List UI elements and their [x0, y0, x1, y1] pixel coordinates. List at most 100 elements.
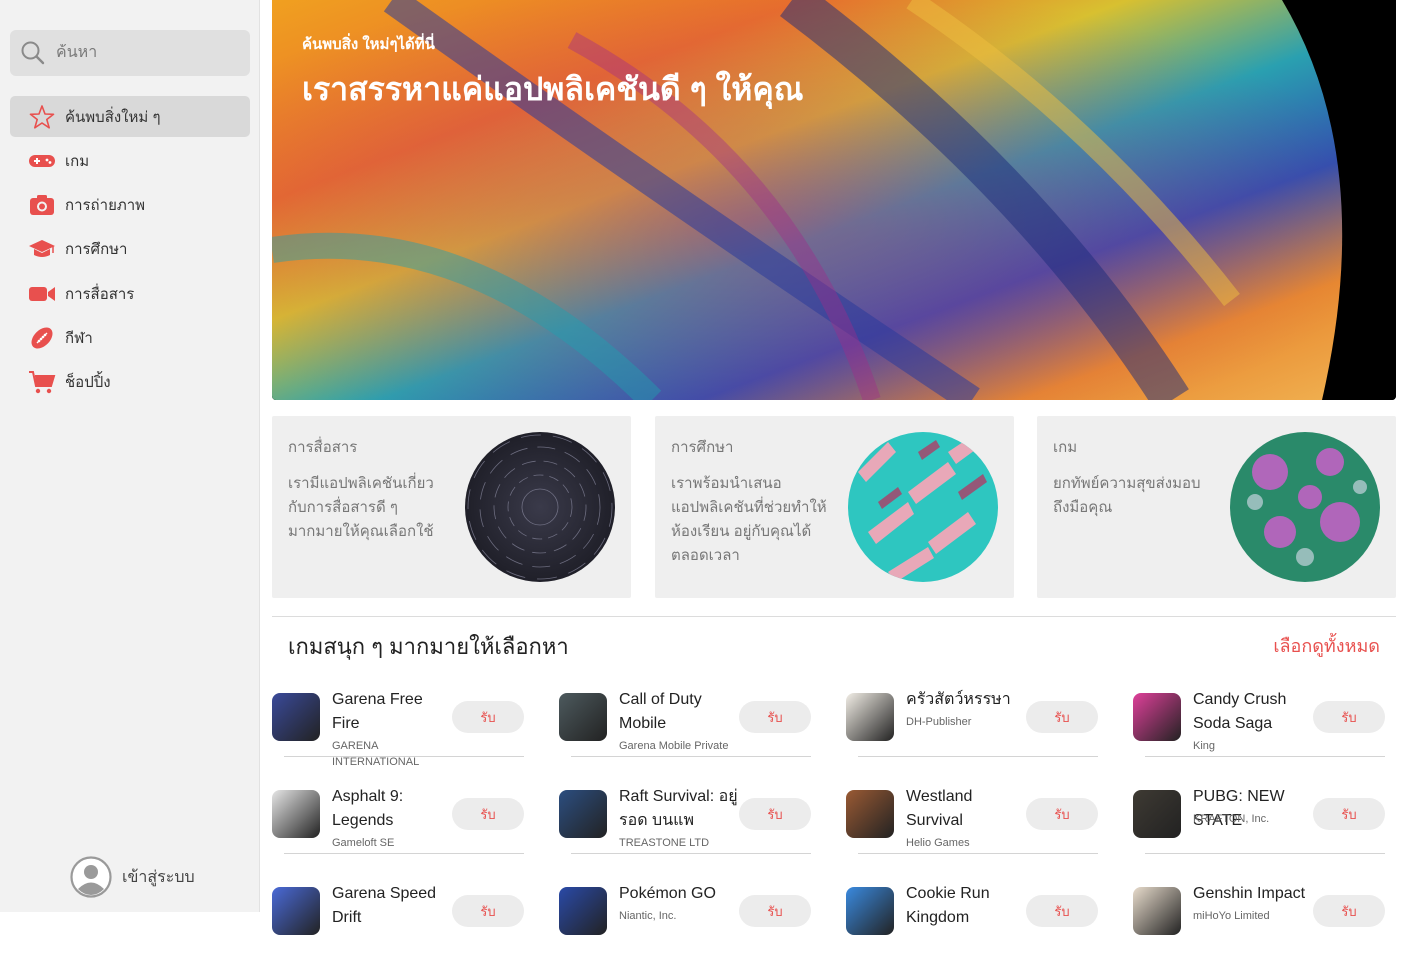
hero-kicker: ค้นพบสิ่ง ใหม่ๆได้ที่นี่	[302, 36, 435, 53]
app-list-item[interactable]: Candy Crush Soda Saga King รับ	[1133, 688, 1385, 785]
app-icon	[272, 887, 320, 935]
shopping-cart-icon	[27, 367, 57, 397]
row-divider	[858, 853, 1098, 854]
sidebar-item-photography[interactable]: การถ่ายภาพ	[10, 185, 250, 226]
app-name: Westland Survival	[906, 788, 973, 829]
get-button[interactable]: รับ	[1026, 895, 1098, 927]
category-cards: การสื่อสาร เรามีแอปพลิเคชันเกี่ยวกับการส…	[272, 416, 1396, 599]
graduation-cap-icon	[27, 234, 57, 264]
get-button[interactable]: รับ	[452, 701, 524, 733]
app-icon	[559, 887, 607, 935]
app-list-item[interactable]: Garena Speed Drift รับ	[272, 882, 524, 979]
card-games[interactable]: เกม ยกทัพย์ความสุขส่งมอบถึงมือคุณ	[1037, 416, 1396, 598]
sidebar-item-sports[interactable]: กีฬา	[10, 317, 250, 358]
app-list-item[interactable]: PUBG: NEW STATE KRAFTON, Inc. รับ	[1133, 785, 1385, 882]
star-icon	[27, 102, 57, 132]
sidebar-item-label: ช็อปปิ้ง	[65, 374, 111, 392]
app-publisher: GARENA INTERNATIONAL	[332, 740, 420, 768]
get-button[interactable]: รับ	[739, 895, 811, 927]
app-name: Asphalt 9: Legends	[332, 788, 404, 829]
football-icon	[27, 323, 57, 353]
search-input[interactable]	[56, 44, 216, 62]
app-list-item[interactable]: Westland Survival Helio Games รับ	[846, 785, 1098, 882]
app-list-item[interactable]: Call of Duty Mobile Garena Mobile Private…	[559, 688, 811, 785]
app-list-item[interactable]: Garena Free Fire GARENA INTERNATIONAL รับ	[272, 688, 524, 785]
app-icon	[559, 693, 607, 741]
get-button[interactable]: รับ	[1313, 895, 1385, 927]
sidebar-item-label: การสื่อสาร	[65, 285, 135, 303]
card-description: เราพร้อมนำเสนอแอปพลิเคชันที่ช่วยทำให้ห้อ…	[671, 475, 827, 564]
get-button[interactable]: รับ	[1313, 701, 1385, 733]
row-divider	[571, 853, 811, 854]
sidebar-item-games[interactable]: เกม	[10, 140, 250, 181]
card-title: การสื่อสาร	[288, 439, 358, 456]
app-publisher: Niantic, Inc.	[619, 910, 677, 922]
login-button[interactable]: เข้าสู่ระบบ	[70, 856, 195, 898]
app-list-item[interactable]: Pokémon GO Niantic, Inc. รับ	[559, 882, 811, 979]
app-list-item[interactable]: Genshin Impact miHoYo Limited รับ	[1133, 882, 1385, 979]
app-icon	[272, 790, 320, 838]
app-icon	[559, 790, 607, 838]
sidebar-item-discover[interactable]: ค้นพบสิ่งใหม่ ๆ	[10, 96, 250, 137]
games-section-title: เกมสนุก ๆ มากมายให้เลือกหา	[288, 634, 569, 659]
see-all-link[interactable]: เลือกดูทั้งหมด	[1273, 631, 1380, 660]
app-name: Call of Duty Mobile	[619, 691, 702, 732]
app-list-item[interactable]: Cookie Run Kingdom รับ	[846, 882, 1098, 979]
app-name: Cookie Run Kingdom	[906, 885, 990, 926]
row-divider	[284, 853, 524, 854]
get-button[interactable]: รับ	[452, 895, 524, 927]
login-label: เข้าสู่ระบบ	[122, 868, 195, 886]
get-button[interactable]: รับ	[1026, 701, 1098, 733]
app-icon	[846, 693, 894, 741]
card-image	[1230, 432, 1380, 582]
app-icon	[846, 790, 894, 838]
video-camera-icon	[27, 279, 57, 309]
sidebar-item-label: กีฬา	[65, 329, 93, 347]
app-name: Garena Speed Drift	[332, 885, 437, 926]
app-publisher: Garena Mobile Private	[619, 740, 729, 752]
hero-title: เราสรรหาแค่แอปพลิเคชันดี ๆ ให้คุณ	[302, 71, 804, 107]
get-button[interactable]: รับ	[739, 701, 811, 733]
sidebar-item-label: การถ่ายภาพ	[65, 197, 146, 215]
app-icon	[1133, 693, 1181, 741]
sidebar: ค้นพบสิ่งใหม่ ๆ เกม การถ่ายภาพ การศึกษา …	[0, 0, 260, 912]
app-name: ครัวสัตว์หรรษา	[906, 691, 1011, 708]
app-list-item[interactable]: Raft Survival: อยู่รอด บนแพ TREASTONE LTD…	[559, 785, 811, 882]
app-name: Candy Crush Soda Saga	[1193, 691, 1287, 732]
sidebar-item-education[interactable]: การศึกษา	[10, 229, 250, 270]
app-list-item[interactable]: ครัวสัตว์หรรษา DH-Publisher รับ	[846, 688, 1098, 785]
row-divider	[858, 756, 1098, 757]
app-publisher: Helio Games	[906, 837, 970, 849]
card-title: เกม	[1053, 439, 1078, 456]
app-publisher: DH-Publisher	[906, 716, 972, 728]
app-name: Genshin Impact	[1193, 885, 1306, 902]
app-icon	[846, 887, 894, 935]
get-button[interactable]: รับ	[1313, 798, 1385, 830]
app-name: Raft Survival: อยู่รอด บนแพ	[619, 788, 738, 829]
app-publisher: King	[1193, 740, 1216, 752]
sidebar-item-communication[interactable]: การสื่อสาร	[10, 273, 250, 314]
sidebar-item-label: เกม	[65, 152, 90, 170]
card-communication[interactable]: การสื่อสาร เรามีแอปพลิเคชันเกี่ยวกับการส…	[272, 416, 631, 598]
card-description: เรามีแอปพลิเคชันเกี่ยวกับการสื่อสารดี ๆ …	[288, 475, 434, 540]
card-image	[465, 432, 615, 582]
search-box[interactable]	[10, 30, 250, 76]
app-publisher: Gameloft SE	[332, 837, 395, 849]
card-education[interactable]: การศึกษา เราพร้อมนำเสนอแอปพลิเคชันที่ช่ว…	[655, 416, 1014, 598]
hero-banner[interactable]: ค้นพบสิ่ง ใหม่ๆได้ที่นี่ เราสรรหาแค่แอปพ…	[272, 0, 1396, 400]
app-icon	[272, 693, 320, 741]
app-icon	[1133, 887, 1181, 935]
get-button[interactable]: รับ	[1026, 798, 1098, 830]
sidebar-nav: ค้นพบสิ่งใหม่ ๆ เกม การถ่ายภาพ การศึกษา …	[10, 96, 250, 406]
app-name: Garena Free Fire	[332, 691, 423, 732]
sidebar-item-shopping[interactable]: ช็อปปิ้ง	[10, 362, 250, 403]
app-publisher: miHoYo Limited	[1193, 910, 1270, 922]
app-list-item[interactable]: Asphalt 9: Legends Gameloft SE รับ	[272, 785, 524, 882]
get-button[interactable]: รับ	[739, 798, 811, 830]
hero-image	[272, 0, 1396, 400]
section-divider	[272, 616, 1396, 617]
sidebar-item-label: ค้นพบสิ่งใหม่ ๆ	[65, 108, 161, 126]
app-name: Pokémon GO	[619, 885, 716, 902]
get-button[interactable]: รับ	[452, 798, 524, 830]
camera-icon	[27, 190, 57, 220]
